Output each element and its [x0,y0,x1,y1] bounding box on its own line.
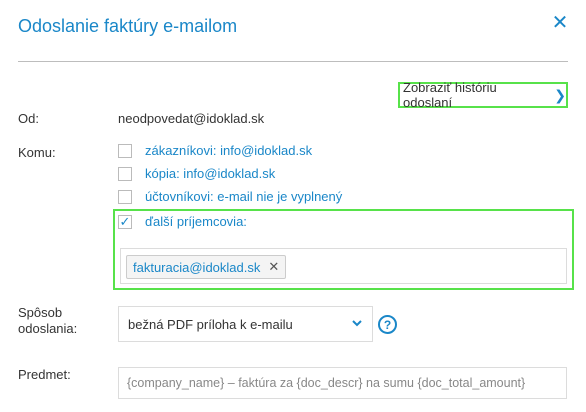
checkbox[interactable] [118,166,132,181]
recipient-option-label: kópia: info@idoklad.sk [145,166,276,181]
header-divider [18,61,568,62]
recipient-option-label: účtovníkovi: e-mail nie je vyplnený [145,189,343,204]
subject-input[interactable]: {company_name} – faktúra za {doc_descr} … [118,367,567,399]
subject-value: {company_name} – faktúra za {doc_descr} … [127,376,526,390]
send-method-select[interactable]: bežná PDF príloha k e-mailu [118,306,373,342]
checkbox-checked[interactable]: ✓ [118,214,132,229]
recipient-tag-label: fakturacia@idoklad.sk [133,259,261,275]
recipient-option-label: zákazníkovi: info@idoklad.sk [145,143,313,158]
send-method-label: Spôsob odoslania: [18,305,77,337]
checkbox[interactable] [118,189,132,204]
send-method-label-line2: odoslania: [18,321,78,336]
recipient-tag: fakturacia@idoklad.sk ✕ [126,255,287,279]
remove-tag-icon[interactable]: ✕ [268,259,279,275]
subject-label: Predmet: [18,367,71,382]
recipient-option-copy[interactable]: kópia: info@idoklad.sk [118,166,275,181]
send-method-value: bežná PDF príloha k e-mailu [128,316,293,332]
help-icon[interactable]: ? [378,315,397,334]
to-label: Komu: [18,145,56,160]
recipient-option-customer[interactable]: zákazníkovi: info@idoklad.sk [118,143,312,158]
chevron-right-icon: ❯ [554,86,566,103]
chevron-down-icon [351,316,363,332]
from-label: Od: [18,111,39,126]
send-method-label-line1: Spôsob [18,305,63,320]
dialog-title: Odoslanie faktúry e-mailom [18,16,238,36]
checkbox[interactable] [118,143,132,158]
recipient-option-label: ďalší príjemcovia: [145,214,247,229]
recipient-option-other[interactable]: ✓ ďalší príjemcovia: [118,214,247,229]
show-history-label: Zobraziť históriu odoslaní [403,80,497,110]
show-history-link[interactable]: Zobraziť históriu odoslaní ❯ [398,80,568,110]
recipient-option-accountant[interactable]: účtovníkovi: e-mail nie je vyplnený [118,189,342,204]
from-value: neodpovedat@idoklad.sk [118,111,265,126]
close-icon[interactable]: ✕ [549,12,571,34]
